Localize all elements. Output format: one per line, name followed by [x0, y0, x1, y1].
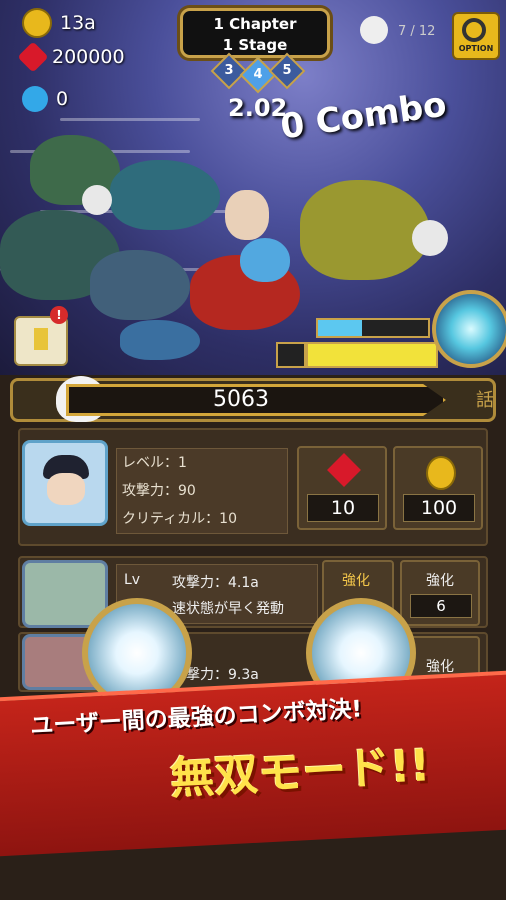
run-icon	[276, 342, 306, 368]
gold-cost: 100	[403, 494, 475, 522]
stage-badge: 1 Chapter 1 Stage	[180, 8, 330, 58]
monster-sprite	[300, 180, 430, 280]
gold-upgrade-button[interactable]: 100	[393, 446, 483, 530]
score-value: 5063	[213, 387, 269, 412]
monster-sprite	[110, 160, 220, 230]
slime-sprite	[240, 238, 290, 282]
gem-upgrade-button[interactable]: 10	[297, 446, 387, 530]
gold-value: 13a	[60, 12, 96, 34]
monster-sprite	[120, 320, 200, 360]
coin-icon	[22, 8, 52, 38]
run-gauge-fill	[308, 344, 436, 366]
game-screen: 13a 200000 0 1 Chapter 1 Stage 3 4 5 2.0…	[0, 0, 506, 900]
skull-sprite	[412, 220, 448, 256]
kill-counter: 7 / 12	[398, 24, 436, 39]
run-gauge	[306, 342, 438, 368]
soul-icon	[22, 86, 48, 112]
hero-level: レベル：1	[122, 455, 187, 471]
coin-icon	[426, 456, 456, 490]
ally-level: Lv	[124, 572, 141, 588]
option-label: OPTION	[458, 44, 494, 53]
score-side-label: 話	[476, 390, 494, 411]
hero-sprite	[225, 190, 269, 240]
ally-attack: 撃力：9.3a	[186, 667, 259, 683]
skill-gauge-fill	[318, 320, 362, 336]
ruby-icon	[17, 41, 49, 73]
soul-counter: 0	[22, 86, 68, 112]
stage-current-number: 4	[253, 67, 263, 82]
monster-sprite	[90, 250, 190, 320]
upgrade-label: 強化	[426, 573, 454, 589]
upgrade-label: 強化	[342, 573, 370, 589]
hero-critical: クリティカル：10	[122, 511, 237, 527]
promo-title: 無双モード!!	[169, 740, 432, 805]
ally-attack: 攻撃力：4.1a	[172, 575, 259, 591]
stage-label: 1 Stage	[222, 36, 288, 54]
ribbon-icon	[34, 328, 48, 350]
notification-badge: !	[50, 306, 68, 324]
stage-next-number: 5	[282, 63, 292, 78]
speed-line	[60, 118, 200, 121]
ally-upgrade-button-2[interactable]: 強化 6	[400, 560, 480, 626]
hero-portrait	[22, 440, 108, 526]
gem-cost: 10	[307, 494, 379, 522]
hero-attack: 攻撃力：90	[122, 483, 196, 499]
upgrade-value: 6	[410, 594, 472, 618]
soul-value: 0	[56, 88, 69, 110]
gem-counter: 200000	[17, 41, 125, 73]
skull-sprite	[82, 185, 112, 215]
skill-orb-button[interactable]	[432, 290, 506, 368]
ruby-icon	[327, 453, 361, 487]
face-shape	[47, 473, 85, 505]
gear-icon	[462, 18, 486, 42]
gold-counter: 13a	[22, 8, 96, 38]
skill-gauge	[316, 318, 430, 338]
chapter-label: 1 Chapter	[213, 15, 297, 33]
option-button[interactable]: OPTION	[452, 12, 500, 60]
gem-value: 200000	[52, 46, 125, 68]
ally-description: 速状態が早く発動	[172, 601, 284, 617]
stage-prev-number: 3	[224, 63, 234, 78]
skull-icon	[360, 16, 388, 44]
